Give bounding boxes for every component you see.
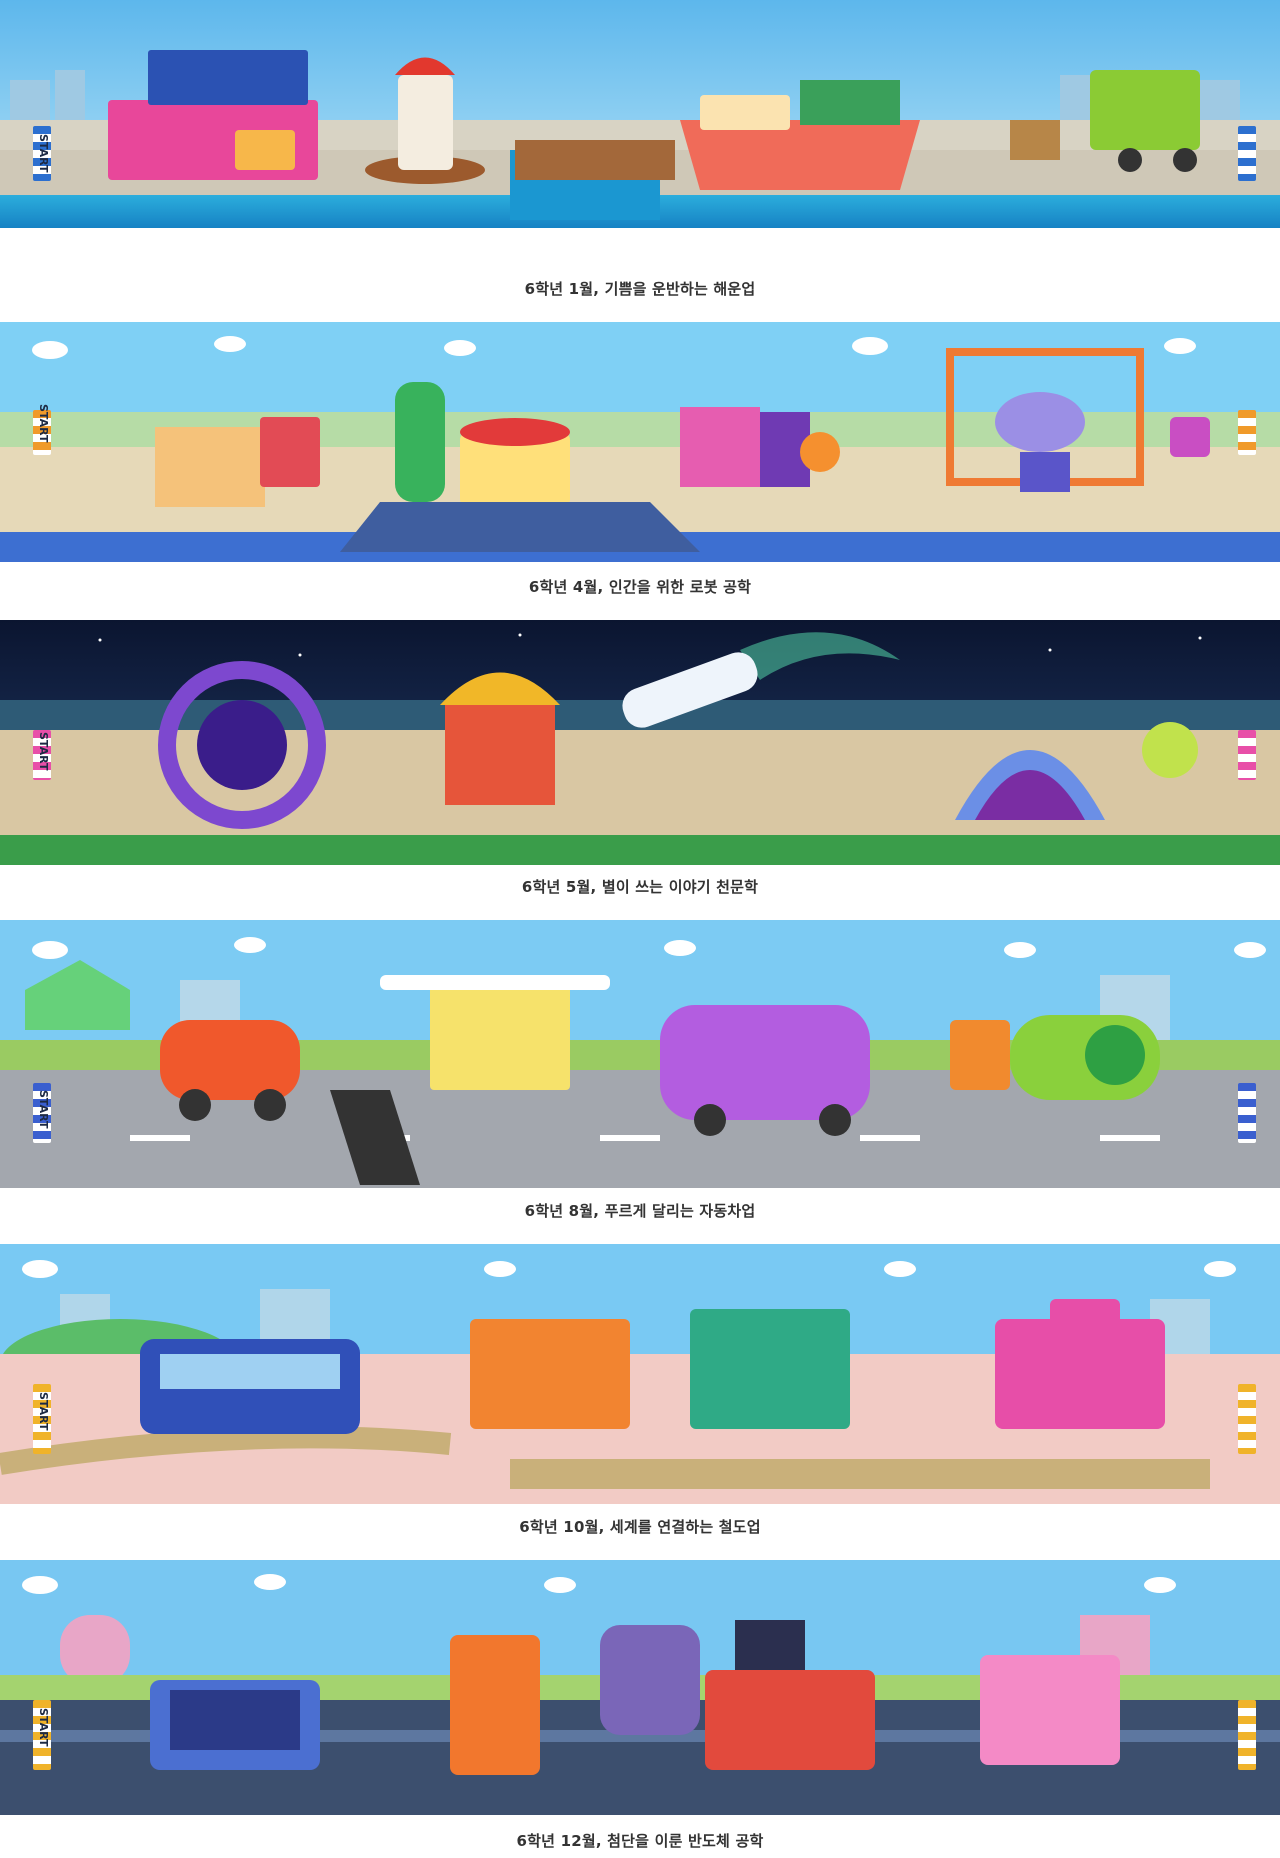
road-illustration	[0, 920, 1280, 1188]
scene-caption-shipping: 6학년 1월, 기쁨을 운반하는 해운업	[524, 280, 756, 298]
start-label: START	[37, 1708, 50, 1747]
robot-factory-illustration	[0, 322, 1280, 562]
scene-caption-automobile: 6학년 8월, 푸르게 달리는 자동차업	[524, 1202, 756, 1220]
semiconductor-lab-illustration	[0, 1560, 1280, 1815]
finish-pole	[1238, 1083, 1256, 1143]
observatory-illustration	[0, 620, 1280, 865]
finish-pole	[1238, 410, 1256, 455]
railway-illustration	[0, 1244, 1280, 1504]
scene-caption-railway: 6학년 10월, 세계를 연결하는 철도업	[519, 1518, 761, 1536]
scene-shipping-illustration: START	[0, 0, 1280, 228]
finish-pole	[1238, 1700, 1256, 1770]
harbor-illustration	[0, 0, 1280, 228]
scene-robotics-illustration: START	[0, 322, 1280, 562]
scene-caption-astronomy: 6학년 5월, 별이 쓰는 이야기 천문학	[521, 878, 759, 896]
start-label: START	[37, 732, 50, 771]
scene-caption-semiconductor: 6학년 12월, 첨단을 이룬 반도체 공학	[516, 1832, 764, 1850]
scene-semiconductor-illustration: START	[0, 1560, 1280, 1815]
start-label: START	[37, 1090, 50, 1129]
scene-railway-illustration: START	[0, 1244, 1280, 1504]
scene-astronomy-illustration: START	[0, 620, 1280, 865]
start-label: START	[37, 1392, 50, 1431]
start-label: START	[37, 404, 50, 443]
finish-pole	[1238, 730, 1256, 780]
finish-pole	[1238, 1384, 1256, 1454]
scene-automobile-illustration: START	[0, 920, 1280, 1188]
scene-caption-robotics: 6학년 4월, 인간을 위한 로봇 공학	[528, 578, 752, 596]
start-label: START	[37, 134, 50, 173]
finish-pole	[1238, 126, 1256, 181]
